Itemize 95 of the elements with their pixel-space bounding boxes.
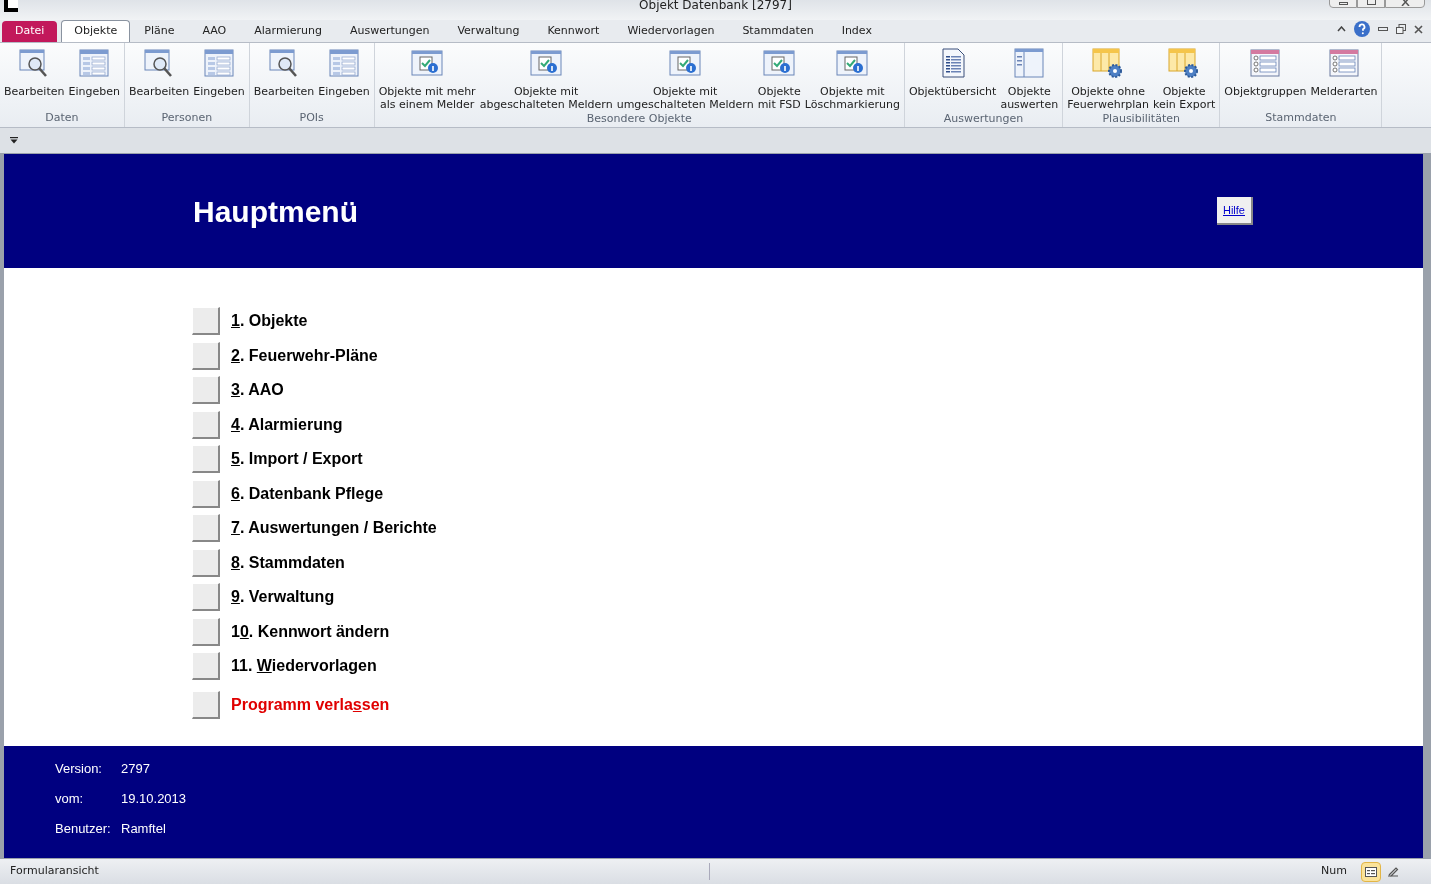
checklist-info-icon xyxy=(836,47,869,79)
ribbon-tab[interactable]: Alarmierung xyxy=(240,21,336,42)
contact-list-icon xyxy=(1249,47,1282,79)
table-gear-icon xyxy=(1092,47,1125,79)
window-title: Objekt Datenbank [2797] xyxy=(639,0,792,11)
info-label: Benutzer: xyxy=(55,820,112,839)
ribbon-tab[interactable]: Objekte xyxy=(61,20,131,42)
menu-square-button[interactable] xyxy=(192,376,220,405)
help-button[interactable]: Hilfe xyxy=(1217,196,1253,226)
page-title: Hauptmenü xyxy=(193,193,358,230)
menu-square-button[interactable] xyxy=(192,617,220,646)
ribbon-group-label: Plausibilitäten xyxy=(1102,111,1180,127)
info-label: vom: xyxy=(55,790,85,809)
ribbon-group-label: Personen xyxy=(161,109,213,126)
ribbon-button[interactable]: Objekte auswerten xyxy=(998,43,1061,111)
table-gear-icon xyxy=(1168,47,1201,79)
collapse-ribbon-icon[interactable] xyxy=(1337,26,1346,32)
ribbon-tab[interactable]: Pläne xyxy=(130,21,189,42)
ribbon-button[interactable]: Objekte mit abgeschalteten Meldern xyxy=(477,43,615,111)
contact-list-icon xyxy=(1328,47,1360,79)
ribbon-button[interactable]: Objekte mit FSD xyxy=(755,43,803,111)
menu-square-button[interactable] xyxy=(192,548,220,577)
menu-link[interactable]: 10. Kennwort ändern xyxy=(231,619,390,644)
menu-square-button[interactable] xyxy=(192,479,220,508)
menu-link[interactable]: 2. Feuerwehr-Pläne xyxy=(231,343,378,368)
form-magnifier-icon xyxy=(268,47,300,79)
ribbon-button[interactable]: Objekte mit Löschmarkierung xyxy=(802,43,902,111)
info-value: 19.10.2013 xyxy=(121,790,187,809)
ribbon-button[interactable]: Objektgruppen xyxy=(1222,43,1309,98)
minimize-icon[interactable] xyxy=(1378,27,1388,31)
form-icon xyxy=(327,47,360,79)
ribbon-group-label: POIs xyxy=(299,109,324,126)
file-tab[interactable]: Datei xyxy=(2,21,58,42)
form-view-icon xyxy=(1365,866,1377,877)
exit-link[interactable]: Programm verlassen xyxy=(231,692,390,717)
ribbon-tab[interactable]: Index xyxy=(827,21,886,42)
num-lock-indicator: Num xyxy=(1321,863,1347,880)
menu-square-button[interactable] xyxy=(192,307,220,336)
ribbon-tab[interactable]: Stammdaten xyxy=(728,21,828,42)
split-panel-icon xyxy=(1013,47,1046,79)
menu-link[interactable]: 9. Verwaltung xyxy=(231,585,335,610)
ribbon-group-label: Stammdaten xyxy=(1265,109,1337,126)
checklist-info-icon xyxy=(530,47,563,79)
ribbon-group-label: Auswertungen xyxy=(943,111,1024,127)
ribbon-button[interactable]: Objekte ohne Feuerwehrplan xyxy=(1065,43,1151,111)
close-icon[interactable] xyxy=(1414,24,1423,34)
restore-icon[interactable] xyxy=(1396,24,1406,34)
ribbon-button[interactable]: Objektübersicht xyxy=(906,43,999,98)
ribbon-group-label: Besondere Objekte xyxy=(586,111,692,127)
menu-link[interactable]: 11. Wiedervorlagen xyxy=(231,654,377,679)
ribbon-button[interactable]: Eingeben xyxy=(66,43,122,98)
form-icon xyxy=(78,47,111,79)
menu-square-button[interactable] xyxy=(192,341,220,370)
ribbon-button[interactable]: Eingeben xyxy=(191,43,247,98)
ribbon-tab[interactable]: Auswertungen xyxy=(335,21,444,42)
ribbon-button[interactable]: Melderarten xyxy=(1308,43,1380,98)
menu-link[interactable]: 3. AAO xyxy=(231,378,284,403)
info-label: Version: xyxy=(55,760,103,779)
menu-square-button[interactable] xyxy=(192,583,220,612)
ribbon-button[interactable]: Bearbeiten xyxy=(251,43,317,98)
ribbon-button[interactable]: Eingeben xyxy=(316,43,372,98)
menu-square-button[interactable] xyxy=(192,652,220,681)
info-value: Ramftel xyxy=(121,820,166,839)
app-logo-icon xyxy=(4,0,18,12)
ribbon-button[interactable]: Bearbeiten xyxy=(126,43,192,98)
close-icon xyxy=(1400,0,1410,6)
menu-link[interactable]: 5. Import / Export xyxy=(231,447,363,472)
menu-link[interactable]: 1. Objekte xyxy=(231,309,308,334)
menu-square-button[interactable] xyxy=(192,410,220,439)
pencil-ruler-icon xyxy=(1387,866,1399,877)
help-icon[interactable] xyxy=(1354,21,1370,37)
ribbon-tab[interactable]: Wiedervorlagen xyxy=(613,21,729,42)
menu-square-button[interactable] xyxy=(192,690,220,719)
ribbon-tab[interactable]: Verwaltung xyxy=(443,21,534,42)
form-view-button[interactable] xyxy=(1361,861,1381,882)
checklist-info-icon xyxy=(411,47,444,79)
ribbon-group-label: Daten xyxy=(45,109,79,126)
info-value: 2797 xyxy=(121,760,150,779)
ribbon-button[interactable]: Objekte mit mehr als einem Melder xyxy=(376,43,478,111)
status-text: Formularansicht xyxy=(10,863,710,880)
menu-square-button[interactable] xyxy=(192,514,220,543)
ribbon-button[interactable]: Objekte mit umgeschalteten Meldern xyxy=(614,43,756,111)
menu-square-button[interactable] xyxy=(192,445,220,474)
menu-link[interactable]: 4. Alarmierung xyxy=(231,412,343,437)
ribbon-button[interactable]: Bearbeiten xyxy=(2,43,67,98)
menu-link[interactable]: 7. Auswertungen / Berichte xyxy=(231,516,437,541)
ribbon-tab[interactable]: AAO xyxy=(188,21,241,42)
checklist-info-icon xyxy=(669,47,702,79)
checklist-info-icon xyxy=(763,47,796,79)
menu-link[interactable]: 6. Datenbank Pflege xyxy=(231,481,384,506)
ribbon-button[interactable]: Objekte kein Export xyxy=(1150,43,1218,111)
form-icon xyxy=(203,47,236,79)
dropdown-arrow-icon[interactable] xyxy=(10,137,18,144)
ribbon-tab[interactable]: Kennwort xyxy=(533,21,614,42)
menu-link[interactable]: 8. Stammdaten xyxy=(231,550,345,575)
